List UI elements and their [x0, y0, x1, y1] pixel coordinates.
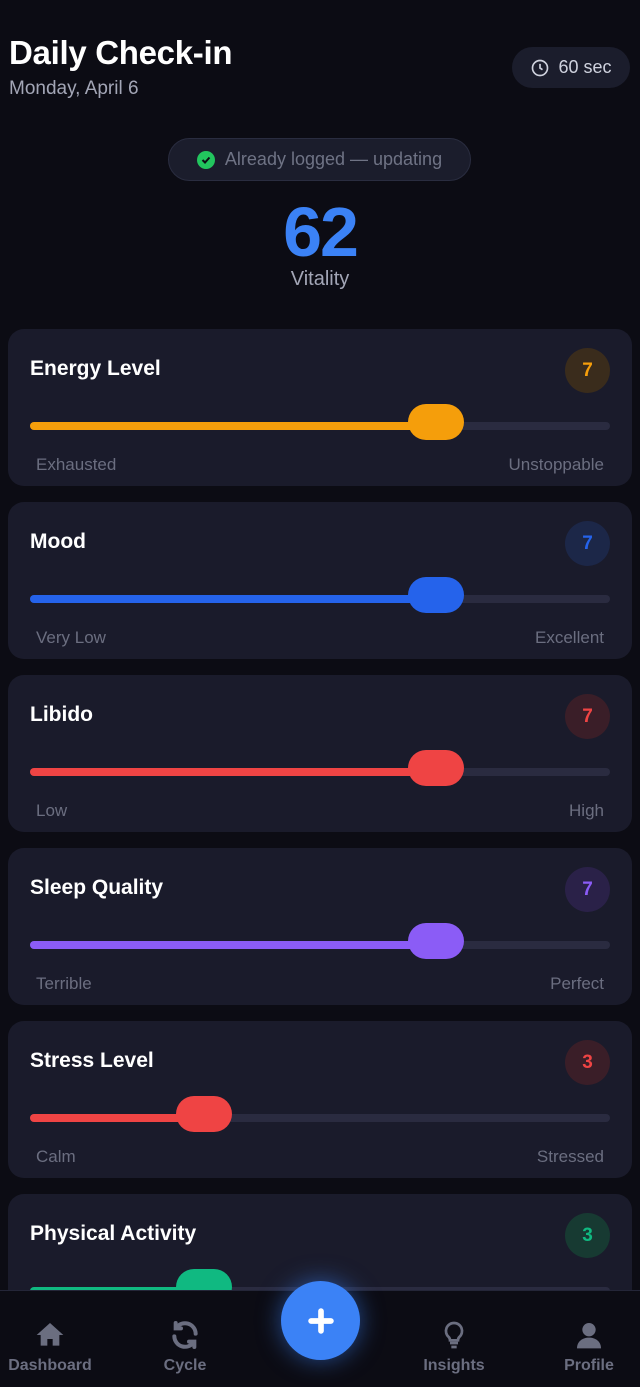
- metric-card-sleep: Sleep Quality 7 Terrible Perfect: [8, 848, 632, 1005]
- refresh-icon: [172, 1321, 198, 1349]
- metric-slider-track[interactable]: [30, 923, 610, 959]
- metric-high-label: Perfect: [550, 974, 604, 993]
- metric-low-label: Calm: [36, 1147, 76, 1166]
- metric-slider-thumb[interactable]: [176, 1096, 232, 1132]
- metric-slider-thumb[interactable]: [408, 750, 464, 786]
- metric-value-badge: 3: [565, 1213, 610, 1258]
- metric-slider-fill: [30, 941, 436, 949]
- timer-badge[interactable]: 60 sec: [512, 47, 630, 88]
- nav-label: Dashboard: [8, 1357, 92, 1374]
- metric-high-label: Stressed: [536, 1147, 604, 1166]
- vitality-label: Vitality: [290, 268, 350, 290]
- nav-item-cycle[interactable]: Cycle: [135, 1319, 235, 1375]
- vitality-score: 62: [283, 193, 359, 271]
- metric-slider-track[interactable]: [30, 404, 610, 440]
- metric-card-libido: Libido 7 Low High: [8, 675, 632, 832]
- page-date: Monday, April 6: [9, 78, 139, 99]
- metric-name: Mood: [30, 530, 86, 553]
- metric-low-label: Exhausted: [36, 455, 117, 474]
- metric-card-stress: Stress Level 3 Calm Stressed: [8, 1021, 632, 1178]
- nav-item-profile[interactable]: Profile: [539, 1319, 639, 1375]
- metric-high-label: High: [569, 801, 604, 820]
- clock-icon: [532, 59, 549, 76]
- metric-low-label: Very Low: [36, 628, 106, 647]
- nav-item-insights[interactable]: Insights: [404, 1319, 504, 1375]
- metric-high-label: Excellent: [535, 628, 604, 647]
- lightbulb-icon: [444, 1321, 464, 1349]
- metric-slider-fill: [30, 422, 436, 430]
- metric-name: Sleep Quality: [30, 876, 164, 899]
- metric-low-label: Terrible: [36, 974, 92, 993]
- metric-slider-track[interactable]: [30, 577, 610, 613]
- page-title: Daily Check-in: [9, 34, 233, 71]
- metric-value-badge: 7: [565, 867, 610, 912]
- metric-high-label: Unstoppable: [508, 455, 604, 474]
- metric-slider-track[interactable]: [30, 750, 610, 786]
- metric-name: Libido: [30, 703, 93, 726]
- metric-value-badge: 7: [565, 348, 610, 393]
- timer-label: 60 sec: [558, 57, 612, 77]
- metric-slider-fill: [30, 768, 436, 776]
- metric-low-label: Low: [36, 801, 68, 820]
- check-circle-icon: [196, 150, 215, 169]
- header: Daily Check-in Monday, April 6 60 sec: [0, 0, 640, 110]
- metric-name: Stress Level: [30, 1049, 154, 1072]
- metric-value-badge: 7: [565, 521, 610, 566]
- metric-slider-fill: [30, 595, 436, 603]
- add-entry-button[interactable]: [281, 1281, 360, 1360]
- metric-value-badge: 3: [565, 1040, 610, 1085]
- metric-slider-thumb[interactable]: [408, 404, 464, 440]
- status-pill: Already logged — updating: [168, 138, 471, 181]
- nav-label: Insights: [423, 1357, 485, 1374]
- nav-label: Cycle: [163, 1357, 207, 1374]
- metric-slider-thumb[interactable]: [408, 577, 464, 613]
- home-icon: [36, 1323, 64, 1346]
- metric-card-mood: Mood 7 Very Low Excellent: [8, 502, 632, 659]
- metric-name: Physical Activity: [30, 1222, 197, 1245]
- status-text: Already logged — updating: [224, 149, 443, 169]
- metric-slider-track[interactable]: [30, 1096, 610, 1132]
- nav-label: Profile: [564, 1357, 614, 1374]
- metric-name: Energy Level: [30, 357, 161, 380]
- nav-item-dashboard[interactable]: Dashboard: [0, 1319, 100, 1375]
- user-icon: [577, 1323, 601, 1349]
- metric-value-badge: 7: [565, 694, 610, 739]
- metric-slider-thumb[interactable]: [408, 923, 464, 959]
- metric-card-energy: Energy Level 7 Exhausted Unstoppable: [8, 329, 632, 486]
- plus-icon: [307, 1307, 334, 1334]
